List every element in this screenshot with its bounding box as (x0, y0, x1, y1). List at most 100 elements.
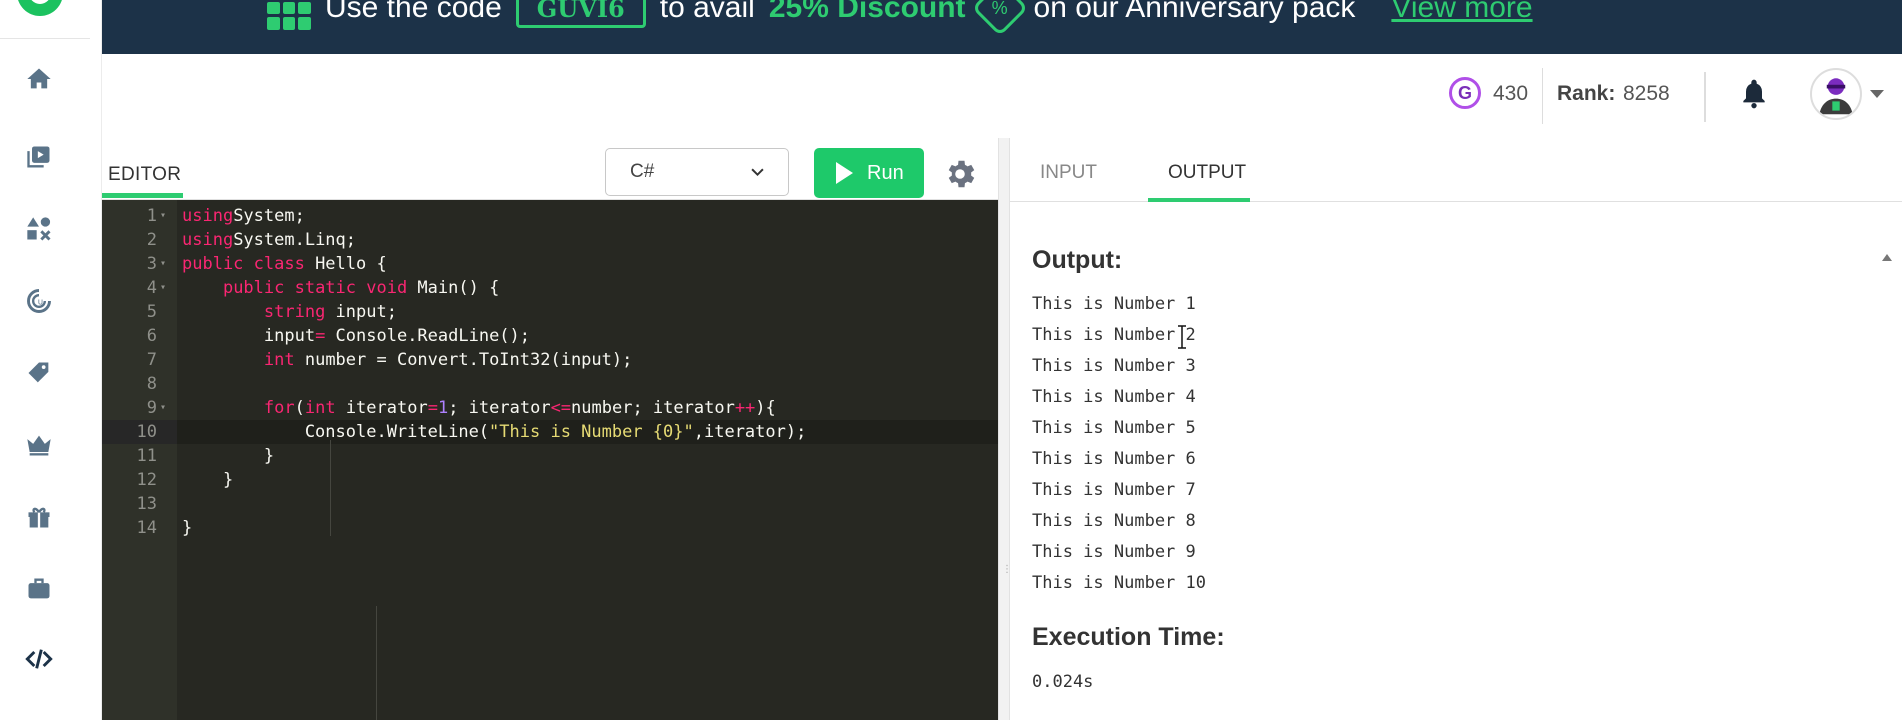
code-text: public static void Main() { (182, 276, 499, 300)
code-token: iterator (335, 398, 428, 418)
code-line[interactable]: 5 string input; (102, 300, 998, 324)
code-line[interactable]: 2 usingSystem.Linq; (102, 228, 998, 252)
code-token: number = Convert.ToInt32(input); (294, 350, 633, 370)
output-line: This is Number 9 (1032, 542, 1196, 562)
tab-input[interactable]: INPUT (1040, 162, 1097, 184)
code-line[interactable]: 6 input= Console.ReadLine(); (102, 324, 998, 348)
execution-time-heading: Execution Time: (1032, 623, 1225, 651)
run-button[interactable]: Run (814, 148, 924, 198)
output-line: This is Number 8 (1032, 511, 1196, 531)
code-line[interactable]: 4 ▾ public static void Main() { (102, 276, 998, 300)
code-line[interactable]: 3 ▾ public class Hello { (102, 252, 998, 276)
tab-output[interactable]: OUTPUT (1168, 162, 1246, 184)
code-token: using (182, 206, 234, 226)
sidebar-item-ide[interactable] (22, 642, 56, 676)
code-line[interactable]: 10 Console.WriteLine("This is Number {0}… (102, 420, 998, 444)
line-number: 5 (146, 302, 157, 322)
grid-icon (267, 0, 311, 30)
tag-icon (28, 362, 49, 383)
caret-down-icon[interactable] (1870, 90, 1884, 98)
code-editor[interactable]: 1 ▾ usingSystem; 2 usingSystem.Linq; 3 ▾ public… (102, 200, 998, 720)
banner-suffix: on our Anniversary pack (1033, 0, 1356, 24)
code-text: input= Console.ReadLine(); (182, 324, 530, 348)
code-text: string input; (182, 300, 397, 324)
line-number: 8 (146, 374, 157, 394)
avatar-icon[interactable] (1810, 68, 1862, 120)
code-line[interactable]: 11 } (102, 444, 998, 468)
sidebar-item-tags[interactable] (22, 356, 56, 390)
promo-banner: Use the code GUVI6 to avail 25% Discount… (102, 0, 1902, 54)
editor-toolbar: EDITOR C# Run (102, 138, 998, 200)
code-line[interactable]: 1 ▾ usingSystem; (102, 204, 998, 228)
shapes-icon (27, 217, 51, 241)
run-button-label: Run (867, 161, 904, 184)
code-text: } (182, 444, 274, 468)
code-line[interactable]: 8 (102, 372, 998, 396)
code-text: usingSystem.Linq; (182, 228, 356, 252)
sidebar-item-rewards[interactable] (22, 500, 56, 534)
code-line[interactable]: 14} (102, 516, 998, 540)
output-heading: Output: (1032, 246, 1123, 274)
output-line: This is Number 5 (1032, 418, 1196, 438)
sidebar-item-leaderboard[interactable] (22, 428, 56, 462)
gift-icon (28, 507, 50, 528)
rank-value: 8258 (1623, 82, 1670, 105)
sidebar-item-home[interactable] (22, 62, 56, 96)
code-token: <= (550, 398, 572, 418)
language-select[interactable]: C# (605, 148, 789, 196)
gem-icon: G (1449, 77, 1481, 109)
code-token: = (427, 398, 438, 418)
scroll-up-arrow-icon[interactable] (1882, 254, 1892, 261)
code-text: public class Hello { (182, 252, 387, 276)
code-token: public static void (222, 278, 408, 298)
code-line[interactable]: 7 int number = Convert.ToInt32(input); (102, 348, 998, 372)
sidebar-item-progress[interactable]: U (22, 284, 56, 318)
code-line[interactable]: 9 ▾ for(int iterator=1; iterator<=number;… (102, 396, 998, 420)
tab-editor[interactable]: EDITOR (108, 164, 181, 186)
sidebar-item-courses[interactable] (22, 140, 56, 174)
code-token: input (182, 326, 316, 346)
header-divider (1704, 72, 1706, 122)
line-number: 12 (136, 470, 157, 490)
code-token: string (263, 302, 326, 322)
notification-button[interactable] (1738, 76, 1770, 110)
code-token: public class (182, 254, 305, 274)
output-panel: Output: This is Number 1 This is Number 2… (1010, 202, 1890, 720)
play-icon (836, 162, 853, 184)
code-text: for(int iterator=1; iterator<=number; it… (182, 396, 776, 420)
settings-button[interactable] (942, 156, 978, 192)
sidebar-item-jobs[interactable] (22, 572, 56, 606)
code-token: "This is Number {0}" (489, 422, 694, 442)
code-token: input; (325, 302, 397, 322)
code-token: 1 (437, 398, 449, 418)
output-line: This is Number 1 (1032, 294, 1196, 314)
guvi-logo-icon[interactable] (17, 0, 63, 16)
code-text: } (182, 516, 192, 540)
code-token: } (182, 446, 275, 466)
code-token: ){ (755, 398, 776, 418)
code-line[interactable]: 13 (102, 492, 998, 516)
fold-arrow-icon[interactable]: ▾ (160, 276, 166, 300)
svg-text:U: U (38, 299, 43, 307)
code-token: Console.WriteLine( (182, 422, 490, 442)
code-token: System.Linq; (233, 230, 357, 250)
fold-arrow-icon[interactable]: ▾ (160, 396, 166, 420)
home-icon (27, 68, 51, 89)
output-line: This is Number 10 (1032, 573, 1206, 593)
pane-splitter[interactable]: ⋮⋮ (998, 138, 1022, 720)
coupon-code: GUVI6 (515, 0, 646, 28)
text-cursor-icon (1178, 325, 1186, 349)
code-token: Console.ReadLine(); (325, 326, 531, 346)
line-number: 13 (136, 494, 157, 514)
fold-arrow-icon[interactable]: ▾ (160, 204, 166, 228)
code-token: ; iterator (448, 398, 551, 418)
code-token: int (304, 398, 336, 418)
video-library-icon (27, 146, 50, 168)
code-line[interactable]: 12 } (102, 468, 998, 492)
top-header: G 430 Rank: 8258 (102, 54, 1902, 138)
fold-arrow-icon[interactable]: ▾ (160, 252, 166, 276)
view-more-link[interactable]: View more (1391, 0, 1532, 25)
sidebar-item-practice[interactable] (22, 212, 56, 246)
